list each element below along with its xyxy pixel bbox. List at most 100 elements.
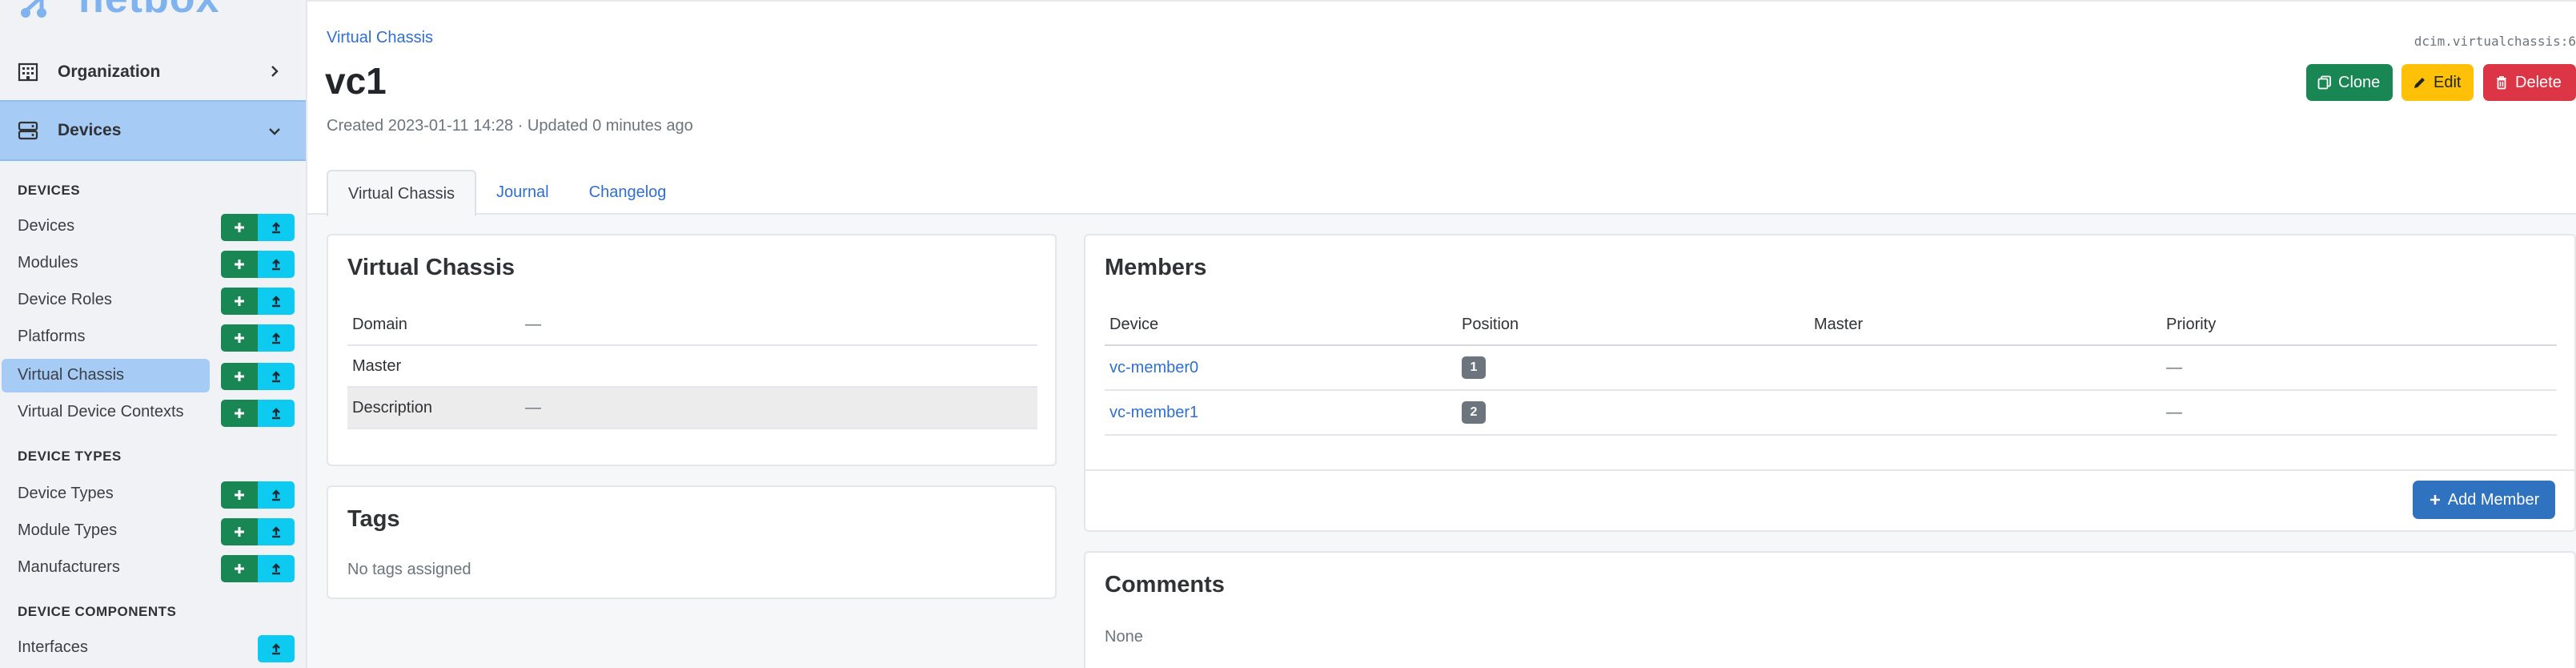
sidebar-item-virtual-chassis[interactable]: Virtual Chassis <box>0 359 306 392</box>
column-header-position[interactable]: Position <box>1457 304 1809 346</box>
upload-icon <box>272 526 280 538</box>
comments-card: Comments None <box>1084 551 2576 668</box>
members-table: Device Position Master Priority vc-membe… <box>1105 304 2557 436</box>
sidebar-item-label: Devices <box>18 217 75 235</box>
chevron-down-icon <box>269 128 280 135</box>
nav-group-label: Devices <box>58 121 122 139</box>
sidebar: netbox Organization Devices DEVICES Devi… <box>0 0 307 668</box>
card-title: Comments <box>1105 572 1225 598</box>
import-modules-button[interactable] <box>258 251 295 278</box>
sidebar-item-module-types[interactable]: Module Types <box>0 514 306 548</box>
delete-label: Delete <box>2515 73 2562 91</box>
import-module-types-button[interactable] <box>258 518 295 545</box>
plus-icon <box>235 372 244 381</box>
add-device-button[interactable] <box>221 214 258 241</box>
clone-label: Clone <box>2338 73 2381 91</box>
plus-icon <box>235 490 244 500</box>
add-device-type-button[interactable] <box>221 481 258 509</box>
attribute-value: — <box>525 387 1037 429</box>
position-cell: 1 <box>1457 345 1809 391</box>
tab-virtual-chassis[interactable]: Virtual Chassis <box>327 170 477 216</box>
tab-changelog[interactable]: Changelog <box>569 170 687 215</box>
column-header-master[interactable]: Master <box>1809 304 2161 346</box>
sidebar-item-interfaces[interactable]: Interfaces <box>0 631 306 665</box>
plus-icon <box>235 260 244 269</box>
attribute-key: Description <box>347 387 525 429</box>
attribute-row-description: Description — <box>347 387 1037 429</box>
virtual-chassis-card: Virtual Chassis Domain — Master Descript… <box>327 234 1057 466</box>
import-virtual-chassis-button[interactable] <box>258 363 295 390</box>
attribute-key: Domain <box>347 304 525 346</box>
import-devices-button[interactable] <box>258 214 295 241</box>
sidebar-item-device-types[interactable]: Device Types <box>0 477 306 511</box>
upload-icon <box>272 563 280 575</box>
no-tags-text: No tags assigned <box>347 561 471 578</box>
card-title: Tags <box>347 506 400 532</box>
sidebar-item-device-roles[interactable]: Device Roles <box>0 284 306 317</box>
created-updated-meta: Created 2023-01-11 14:28 · Updated 0 min… <box>327 117 693 135</box>
sidebar-item-label: Platforms <box>18 328 86 345</box>
chevron-right-icon <box>271 66 279 77</box>
plus-icon <box>2430 495 2440 505</box>
import-interfaces-button[interactable] <box>258 635 295 662</box>
add-virtual-device-context-button[interactable] <box>221 400 258 427</box>
nav-group-organization[interactable]: Organization <box>0 42 306 103</box>
server-icon <box>16 120 40 141</box>
attribute-value <box>525 345 1037 388</box>
add-module-type-button[interactable] <box>221 518 258 545</box>
upload-icon <box>272 332 280 344</box>
device-cell: vc-member0 <box>1105 345 1457 391</box>
column-header-device[interactable]: Device <box>1105 304 1457 346</box>
plus-icon <box>235 296 244 306</box>
breadcrumb-virtual-chassis[interactable]: Virtual Chassis <box>327 29 433 47</box>
device-link[interactable]: vc-member0 <box>1109 359 1198 376</box>
sidebar-item-label: Virtual Device Contexts <box>18 403 184 421</box>
sidebar-item-label: Interfaces <box>18 638 88 656</box>
upload-icon <box>272 489 280 501</box>
add-device-role-button[interactable] <box>221 288 258 315</box>
tags-card: Tags No tags assigned <box>327 485 1057 599</box>
sidebar-item-virtual-device-contexts[interactable]: Virtual Device Contexts <box>0 396 306 429</box>
edit-label: Edit <box>2434 73 2462 91</box>
column-header-priority[interactable]: Priority <box>2161 304 2557 346</box>
delete-button[interactable]: Delete <box>2483 64 2576 101</box>
plus-icon <box>235 527 244 537</box>
add-virtual-chassis-button[interactable] <box>221 363 258 390</box>
upload-icon <box>272 259 280 271</box>
sidebar-item-label: Manufacturers <box>18 558 120 576</box>
device-link[interactable]: vc-member1 <box>1109 404 1198 421</box>
priority-cell: — <box>2161 345 2557 391</box>
table-header-row: Device Position Master Priority <box>1105 304 2557 346</box>
position-badge: 1 <box>1462 356 1486 379</box>
sidebar-item-label: Device Types <box>18 485 114 502</box>
building-icon <box>16 62 40 82</box>
copy-icon <box>2317 75 2331 90</box>
import-manufacturers-button[interactable] <box>258 555 295 582</box>
sidebar-item-platforms[interactable]: Platforms <box>0 320 306 354</box>
plus-icon <box>235 333 244 343</box>
position-cell: 2 <box>1457 390 1809 436</box>
sidebar-item-devices[interactable]: Devices <box>0 210 306 243</box>
import-device-roles-button[interactable] <box>258 288 295 315</box>
clone-button[interactable]: Clone <box>2306 64 2393 101</box>
add-manufacturer-button[interactable] <box>221 555 258 582</box>
members-card: Members Device Position Master Priority … <box>1084 234 2576 532</box>
attribute-key: Master <box>347 345 525 388</box>
netbox-logo-icon <box>21 0 46 18</box>
import-virtual-device-contexts-button[interactable] <box>258 400 295 427</box>
nav-group-devices[interactable]: Devices <box>0 100 306 161</box>
upload-icon <box>272 222 280 234</box>
add-module-button[interactable] <box>221 251 258 278</box>
add-member-button[interactable]: Add Member <box>2413 481 2555 519</box>
device-cell: vc-member1 <box>1105 390 1457 436</box>
tab-journal[interactable]: Journal <box>476 170 569 215</box>
edit-button[interactable]: Edit <box>2401 64 2474 101</box>
import-device-types-button[interactable] <box>258 481 295 509</box>
import-platforms-button[interactable] <box>258 324 295 352</box>
section-heading-device-types: DEVICE TYPES <box>18 449 122 464</box>
table-row: vc-member1 2 — <box>1105 390 2557 436</box>
sidebar-item-modules[interactable]: Modules <box>0 247 306 280</box>
sidebar-item-manufacturers[interactable]: Manufacturers <box>0 551 306 585</box>
priority-cell: — <box>2161 390 2557 436</box>
add-platform-button[interactable] <box>221 324 258 352</box>
